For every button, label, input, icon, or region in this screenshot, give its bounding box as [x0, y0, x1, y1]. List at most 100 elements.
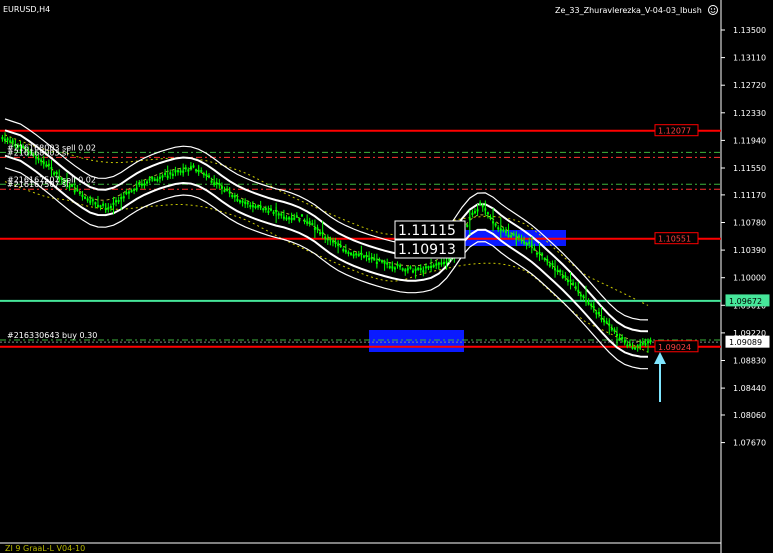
- price-chart[interactable]: 1.13500 1.13110 1.12720 1.12330 1.11940 1.115…: [0, 0, 773, 553]
- candle-body: [78, 191, 81, 195]
- candle-body: [246, 202, 249, 205]
- candle-body: [122, 196, 125, 199]
- candle-body: [427, 266, 430, 269]
- candle-body: [595, 312, 598, 315]
- candle-body: [233, 195, 236, 198]
- candle-body: [45, 164, 48, 167]
- candle-body: [169, 172, 172, 175]
- candle-body: [1, 137, 4, 140]
- candle-body: [621, 337, 624, 340]
- candle-body: [504, 230, 507, 233]
- candle-body: [9, 140, 12, 143]
- candle-body: [409, 266, 412, 269]
- candle-body: [373, 258, 376, 261]
- candle-body: [404, 269, 407, 272]
- candle-body: [249, 205, 252, 208]
- candle-body: [486, 212, 489, 215]
- candle-body: [316, 227, 319, 230]
- candle-body: [71, 184, 74, 187]
- candle-body: [412, 270, 415, 273]
- candle-body: [40, 159, 43, 162]
- candle-body: [140, 183, 143, 186]
- candle-body: [378, 259, 381, 262]
- candle-body: [262, 208, 265, 211]
- candle-body: [202, 173, 205, 176]
- candle-body: [179, 170, 182, 173]
- candle-body: [440, 262, 443, 265]
- candle-body: [574, 286, 577, 289]
- zone-label-top-text: 1.11115: [398, 223, 456, 239]
- indicator-title: Ze_33_Zhuravlerezka_V-04-03_Ibush: [555, 6, 702, 15]
- candle-body: [517, 235, 520, 238]
- candle-body: [393, 267, 396, 270]
- candle-body: [649, 339, 652, 343]
- lower-level-badge-text: 1.09024: [658, 343, 691, 352]
- candle-body: [326, 238, 329, 241]
- mid-level-badge-text: 1.10551: [658, 235, 691, 244]
- candle-body: [91, 199, 94, 202]
- candle-body: [331, 240, 334, 243]
- candle-body: [520, 238, 523, 241]
- candle-body: [231, 194, 234, 198]
- candle-body: [357, 253, 360, 257]
- zone-label-bottom-text: 1.10913: [398, 242, 456, 258]
- price-tick-label: 1.12330: [733, 109, 766, 118]
- candle-body: [269, 208, 272, 211]
- upper-level-badge-text: 1.12077: [658, 127, 691, 136]
- candle-body: [200, 169, 203, 173]
- candle-body: [605, 321, 608, 324]
- candle-body: [86, 198, 89, 201]
- candle-body: [267, 210, 270, 213]
- candle-body: [125, 191, 128, 195]
- candle-body: [300, 214, 303, 217]
- candle-body: [362, 255, 365, 258]
- candle-body: [559, 270, 562, 273]
- candle-body: [381, 260, 384, 263]
- price-tick-label: 1.12720: [733, 81, 766, 90]
- zone-label-top: 1.11115: [394, 220, 466, 240]
- candle-body: [215, 182, 218, 185]
- candle-body: [68, 185, 71, 188]
- bid-badge-text: 1.09089: [729, 338, 762, 347]
- price-tick-label: 1.10000: [733, 274, 766, 283]
- support-zone: [369, 330, 464, 352]
- candle-body: [257, 205, 260, 208]
- candle-body: [192, 165, 195, 168]
- candle-body: [115, 200, 118, 203]
- candle-body: [590, 303, 593, 306]
- candle-body: [161, 175, 164, 178]
- candle-body: [597, 311, 600, 315]
- candle-body: [241, 200, 244, 203]
- candle-body: [502, 229, 505, 232]
- candle-body: [37, 158, 40, 161]
- candle-body: [107, 207, 110, 210]
- candle-body: [386, 262, 389, 265]
- candle-body: [479, 202, 482, 205]
- price-tick-label: 1.13500: [733, 26, 766, 35]
- candle-body: [84, 196, 87, 199]
- candle-body: [148, 178, 151, 181]
- candle-body: [572, 282, 575, 285]
- candle-body: [223, 189, 226, 192]
- candle-body: [556, 269, 559, 272]
- candle-body: [566, 280, 569, 283]
- candle-body: [254, 205, 257, 208]
- candle-body: [238, 200, 241, 203]
- candle-body: [548, 264, 551, 267]
- order-label: #216168003 sl: [7, 148, 68, 157]
- candle-body: [613, 329, 616, 332]
- candle-body: [641, 342, 644, 345]
- candle-body: [347, 251, 350, 254]
- price-tick-label: 1.10780: [733, 218, 766, 227]
- candle-body: [264, 207, 267, 211]
- candle-body: [512, 233, 515, 236]
- candle-body: [146, 181, 149, 184]
- candle-body: [582, 295, 585, 298]
- candle-body: [489, 216, 492, 220]
- candle-body: [396, 264, 399, 267]
- price-tick-label: 1.13110: [733, 54, 766, 63]
- candle-body: [187, 169, 190, 172]
- candle-body: [94, 202, 97, 205]
- candle-body: [533, 248, 536, 251]
- candle-body: [355, 253, 358, 256]
